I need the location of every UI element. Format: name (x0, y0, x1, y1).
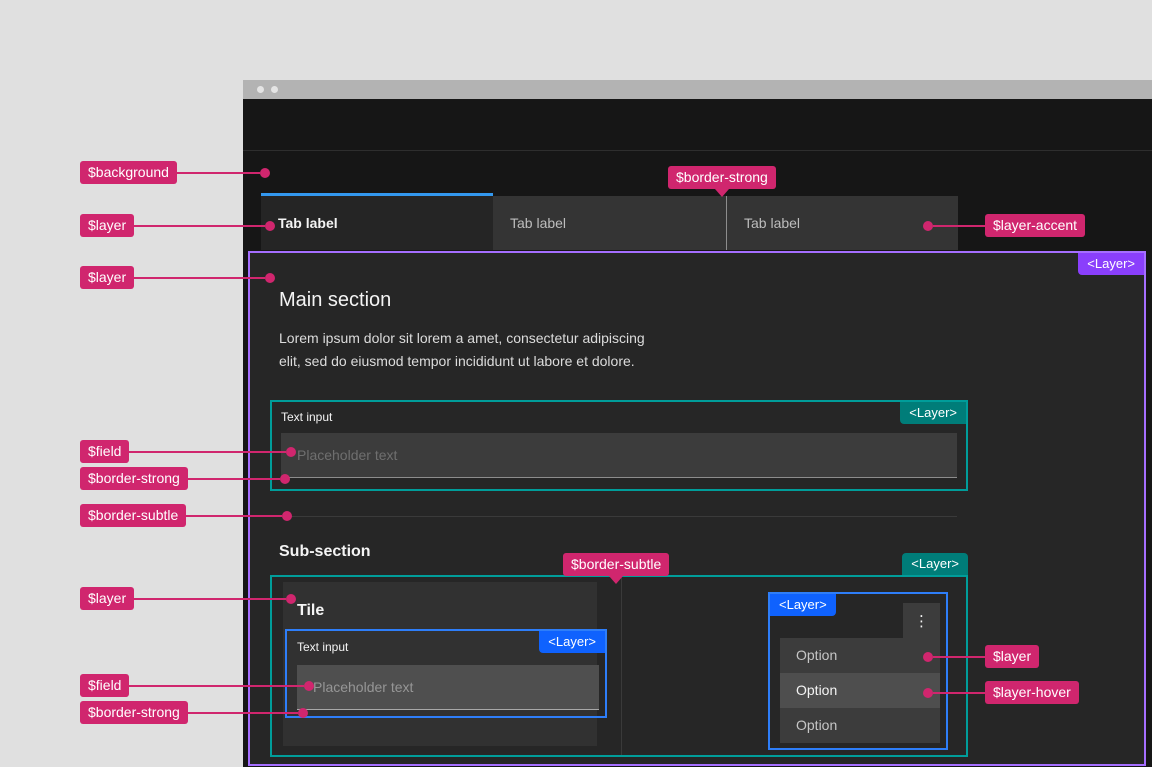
menu-option-3[interactable]: Option (780, 708, 940, 743)
annotation-dot (304, 680, 315, 691)
annotation-line (129, 450, 287, 453)
annotation-dot (259, 167, 270, 178)
annotation-line (186, 514, 283, 517)
annotation-line (134, 224, 266, 227)
section-divider (279, 516, 957, 517)
annotation-border-strong-main: $border-strong (80, 467, 290, 490)
tile-text-input-layer-group: <Layer> Text input Placeholder text (285, 629, 607, 718)
annotation-line (187, 711, 298, 714)
annotation-badge: $layer-accent (985, 214, 1086, 237)
annotation-dot (286, 593, 297, 604)
header-divider (243, 150, 1152, 151)
text-input-label: Text input (297, 640, 349, 654)
annotation-badge: $layer (985, 645, 1040, 668)
annotation-badge: $border-strong (80, 467, 188, 490)
annotation-pointer-icon (609, 576, 624, 584)
window-titlebar (243, 80, 1152, 99)
annotation-line (933, 224, 985, 227)
annotation-badge: $layer (80, 266, 135, 289)
annotation-border-subtle-left: $border-subtle (80, 504, 293, 527)
annotation-dot (279, 473, 290, 484)
annotation-dot (923, 651, 933, 662)
annotation-layer-main: $layer (80, 266, 276, 289)
annotation-badge: $layer (80, 587, 135, 610)
layer-badge-purple: <Layer> (1078, 253, 1144, 275)
annotation-layer-tab: $layer (80, 214, 276, 237)
overflow-menu: Option Option Option (780, 638, 940, 743)
main-section-heading: Main section (279, 289, 392, 311)
tab-unselected-1[interactable]: Tab label (493, 196, 726, 250)
annotation-border-strong-tabs: $border-strong (668, 166, 776, 197)
annotation-line (933, 655, 985, 658)
annotation-badge: $layer (80, 214, 135, 237)
annotation-border-subtle-divider: $border-subtle (563, 553, 670, 584)
annotation-layer-tile: $layer (80, 587, 297, 610)
annotation-dot (265, 272, 276, 283)
annotation-field-tile: $field (80, 674, 315, 697)
text-input-placeholder: Placeholder text (297, 447, 398, 463)
annotation-line (933, 691, 985, 694)
annotation-border-strong-tile: $border-strong (80, 701, 308, 724)
annotation-line (176, 171, 260, 174)
annotation-line (187, 477, 280, 480)
annotation-badge: $background (80, 161, 177, 184)
annotation-dot (265, 220, 276, 231)
annotation-badge: $border-strong (80, 701, 188, 724)
annotation-badge: $field (80, 440, 130, 463)
tab-selected[interactable]: Tab label (261, 193, 493, 250)
annotation-badge: $border-subtle (80, 504, 187, 527)
layer-badge-teal: <Layer> (902, 553, 968, 575)
main-section-paragraph: Lorem ipsum dolor sit lorem a amet, cons… (279, 327, 739, 373)
menu-option-2-hovered[interactable]: Option (780, 673, 940, 708)
text-input-layer-group: <Layer> Text input Placeholder text (270, 400, 968, 491)
layer-badge-teal: <Layer> (900, 402, 966, 424)
annotation-dot (282, 510, 293, 521)
annotation-badge: $field (80, 674, 130, 697)
annotation-line (129, 684, 305, 687)
overflow-menu-icon: ⋮ (914, 613, 929, 630)
vertical-divider (621, 577, 622, 755)
annotation-line (134, 276, 266, 279)
annotation-dot (923, 687, 933, 698)
annotation-badge: $border-subtle (563, 553, 670, 576)
window-dot-icon (257, 86, 264, 93)
annotation-line (134, 597, 287, 600)
sub-section-heading: Sub-section (279, 543, 371, 560)
sub-section-layer-group: <Layer> Tile <Layer> Text input Placehol… (270, 553, 968, 757)
page-canvas: Tab label Tab label Tab label <Layer> Ma… (0, 0, 1152, 767)
annotation-layer-accent: $layer-accent (923, 214, 1086, 237)
annotation-dot (297, 707, 308, 718)
paragraph-line: elit, sed do eiusmod tempor incididunt u… (279, 353, 635, 369)
tile-text-input-field[interactable]: Placeholder text (297, 665, 599, 710)
tab-label: Tab label (510, 215, 567, 231)
tile: Tile <Layer> Text input Placeholder text (283, 582, 607, 746)
menu-layer-group: <Layer> ⋮ Option Option Option (768, 592, 948, 750)
annotation-pointer-icon (714, 189, 729, 197)
text-input-label: Text input (281, 410, 333, 424)
annotation-badge: $border-strong (668, 166, 776, 189)
overflow-menu-button[interactable]: ⋮ (903, 603, 940, 640)
tile-heading: Tile (297, 602, 325, 619)
text-input-field[interactable]: Placeholder text (281, 433, 957, 478)
annotation-layer-hover: $layer-hover (923, 681, 1079, 704)
annotation-background: $background (80, 161, 270, 184)
layer-badge-blue: <Layer> (770, 594, 836, 616)
annotation-badge: $layer-hover (985, 681, 1079, 704)
layer-badge-blue: <Layer> (539, 631, 605, 653)
text-input-placeholder: Placeholder text (313, 679, 414, 695)
annotation-dot (286, 446, 297, 457)
tab-label: Tab label (278, 215, 338, 231)
annotation-layer-option: $layer (923, 645, 1040, 668)
menu-option-1[interactable]: Option (780, 638, 940, 673)
window-dot-icon (271, 86, 278, 93)
annotation-dot (923, 220, 933, 231)
paragraph-line: Lorem ipsum dolor sit lorem a amet, cons… (279, 330, 645, 346)
annotation-field-main: $field (80, 440, 297, 463)
